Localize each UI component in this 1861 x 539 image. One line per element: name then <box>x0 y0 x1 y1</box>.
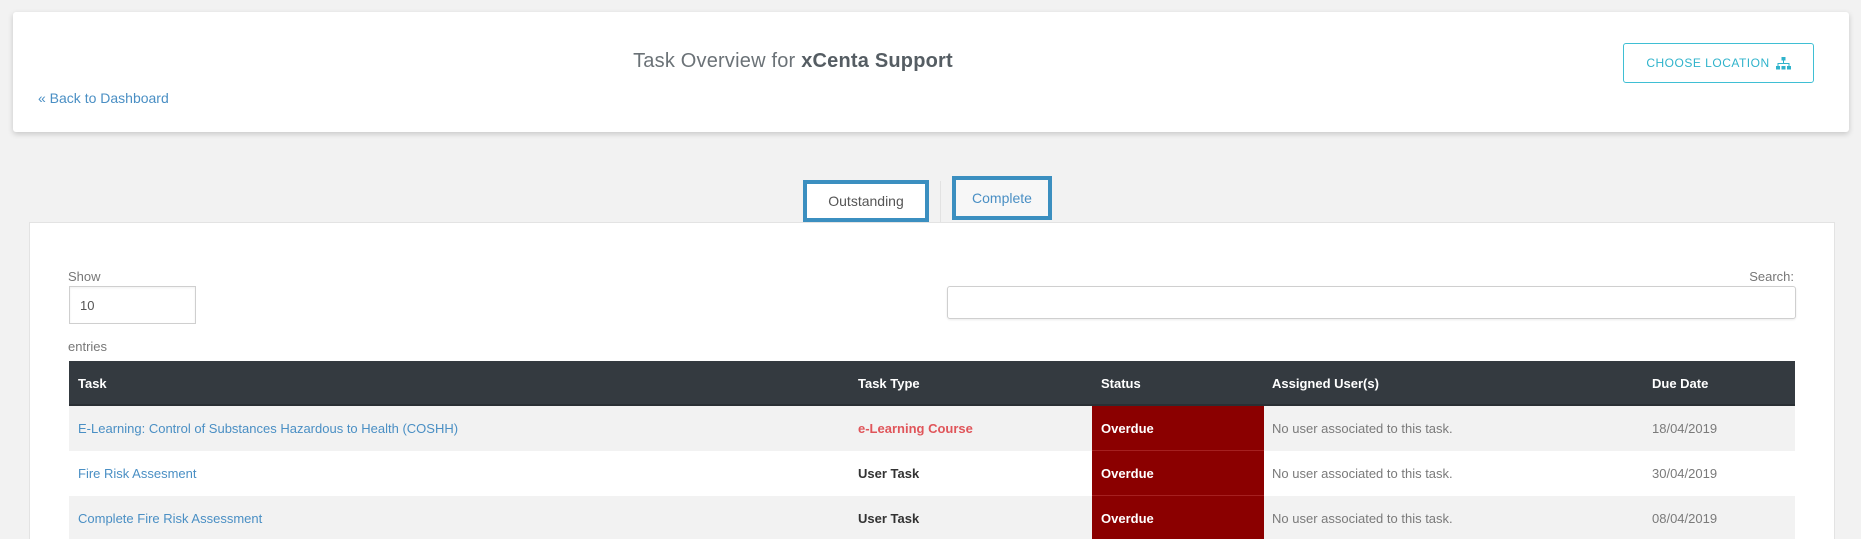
task-link[interactable]: Fire Risk Assesment <box>78 451 196 496</box>
tab-complete[interactable]: Complete <box>952 176 1052 220</box>
page-title: Task Overview for xCenta Support <box>13 50 1573 73</box>
page-title-prefix: Task Overview for <box>633 50 796 72</box>
assigned-users: No user associated to this task. <box>1272 421 1453 436</box>
sitemap-icon <box>1775 56 1791 69</box>
task-type: e-Learning Course <box>858 421 973 436</box>
due-date: 18/04/2019 <box>1652 421 1718 436</box>
tab-divider <box>940 181 941 222</box>
assigned-users: No user associated to this task. <box>1272 511 1453 526</box>
task-link[interactable]: E-Learning: Control of Substances Hazard… <box>78 406 458 451</box>
task-type: User Task <box>858 466 920 481</box>
task-type: User Task <box>858 511 920 526</box>
column-header-task-type[interactable]: Task Type <box>858 376 920 391</box>
table-header: Task Task Type Status Assigned User(s) D… <box>69 361 1795 406</box>
tab-outstanding[interactable]: Outstanding <box>803 180 929 222</box>
page-length-select[interactable]: 10 <box>69 286 196 324</box>
column-header-status[interactable]: Status <box>1101 376 1141 391</box>
table-row: Complete Fire Risk Assessment User Task … <box>69 496 1795 539</box>
choose-location-button[interactable]: CHOOSE LOCATION <box>1623 43 1814 83</box>
header-card: Task Overview for xCenta Support « Back … <box>13 12 1849 132</box>
column-header-due-date[interactable]: Due Date <box>1652 376 1708 391</box>
status-badge: Overdue <box>1092 496 1264 539</box>
column-header-task[interactable]: Task <box>78 376 107 391</box>
due-date: 30/04/2019 <box>1652 466 1718 481</box>
choose-location-label: CHOOSE LOCATION <box>1646 56 1770 70</box>
task-link[interactable]: Complete Fire Risk Assessment <box>78 496 262 539</box>
search-label: Search: <box>1749 269 1794 284</box>
assigned-users: No user associated to this task. <box>1272 466 1453 481</box>
page-title-org: xCenta Support <box>801 50 953 72</box>
column-header-assigned-users[interactable]: Assigned User(s) <box>1272 376 1379 391</box>
due-date: 08/04/2019 <box>1652 511 1718 526</box>
status-badge: Overdue <box>1092 406 1264 451</box>
back-to-dashboard-link[interactable]: « Back to Dashboard <box>38 90 169 106</box>
table-row: Fire Risk Assesment User Task Overdue No… <box>69 451 1795 496</box>
show-label: Show <box>68 269 101 284</box>
table-row: E-Learning: Control of Substances Hazard… <box>69 406 1795 451</box>
tasks-table: Task Task Type Status Assigned User(s) D… <box>69 361 1795 539</box>
entries-label: entries <box>68 339 108 354</box>
search-input[interactable] <box>947 286 1796 319</box>
status-badge: Overdue <box>1092 451 1264 496</box>
